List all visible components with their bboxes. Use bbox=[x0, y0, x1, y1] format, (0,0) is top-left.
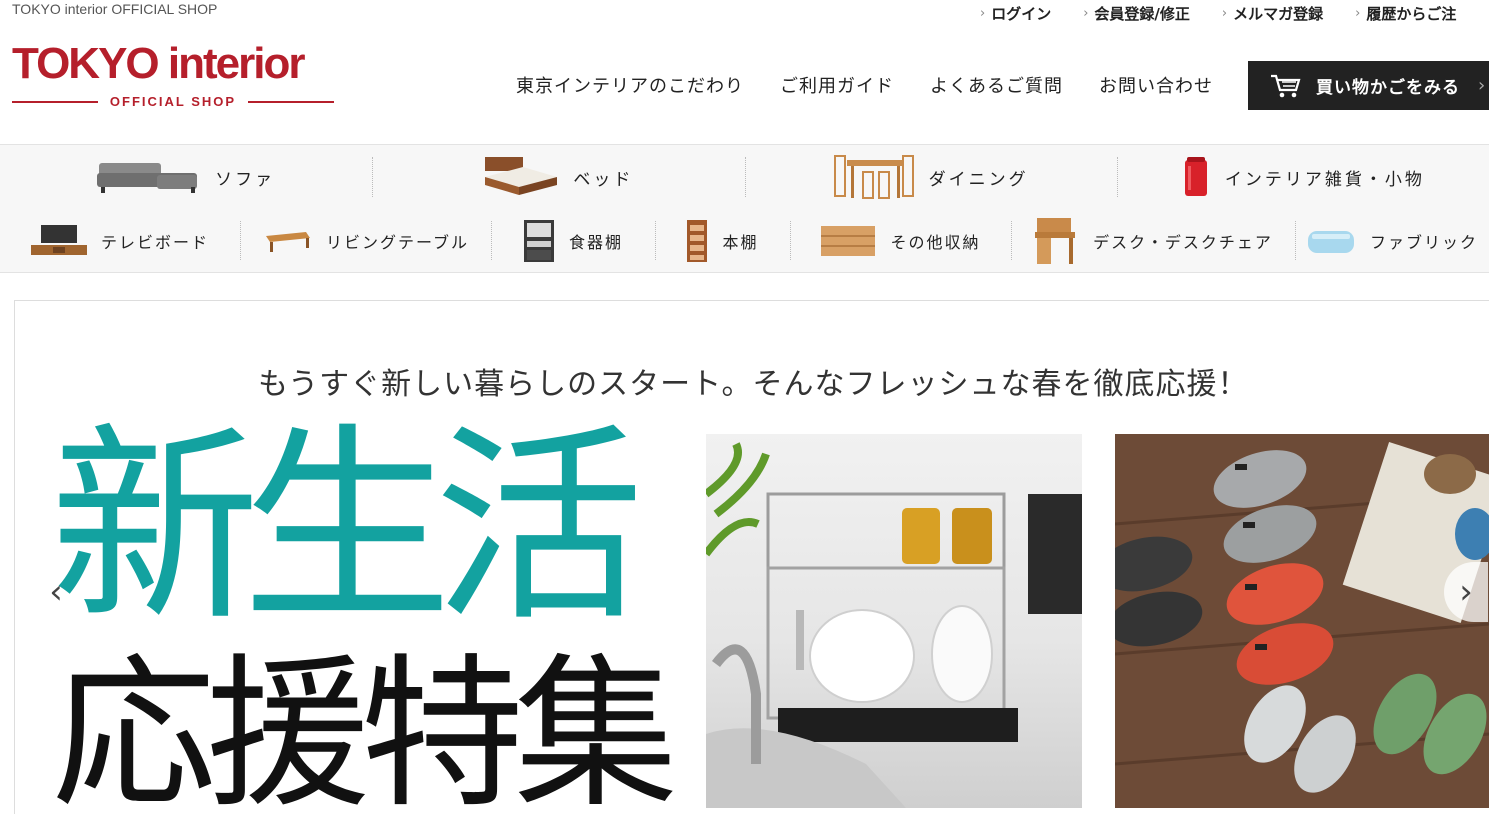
storage-icon bbox=[821, 225, 876, 256]
category-living-table[interactable]: リビングテーブル bbox=[240, 209, 491, 272]
category-fabric[interactable]: ファブリック bbox=[1295, 209, 1489, 272]
nav-guide[interactable]: ご利用ガイド bbox=[780, 72, 894, 98]
chevron-right-icon: › bbox=[1459, 572, 1473, 612]
chevron-right-icon: › bbox=[980, 6, 986, 21]
logo-rule-right bbox=[248, 100, 334, 103]
banner-subtitle: もうすぐ新しい暮らしのスタート。そんなフレッシュな春を徹底応援！ bbox=[258, 367, 1249, 402]
trash-can-icon bbox=[1184, 157, 1207, 196]
category-dining[interactable]: ダイニング bbox=[744, 145, 1117, 209]
member-registration-label: 会員登録/修正 bbox=[1094, 5, 1190, 23]
main-nav: 東京インテリアのこだわり ご利用ガイド よくあるご質問 お問い合わせ bbox=[516, 72, 1249, 98]
chevron-right-icon: › bbox=[1083, 6, 1089, 21]
category-label: インテリア雑貨・小物 bbox=[1224, 169, 1425, 190]
bookshelf-icon bbox=[687, 219, 708, 262]
newsletter-link[interactable]: › メルマガ登録 bbox=[1222, 3, 1323, 24]
category-label: ソファ bbox=[215, 169, 276, 190]
logo-rule-left bbox=[12, 100, 98, 103]
cart-icon bbox=[1271, 74, 1301, 97]
top-links: › ログイン › 会員登録/修正 › メルマガ登録 › 履歴からご注 bbox=[980, 3, 1488, 24]
category-other-storage[interactable]: その他収納 bbox=[790, 209, 1011, 272]
category-label: ベッド bbox=[573, 169, 634, 190]
tv-board-icon bbox=[30, 224, 87, 255]
login-link[interactable]: › ログイン bbox=[980, 3, 1051, 24]
member-registration-link[interactable]: › 会員登録/修正 bbox=[1083, 3, 1190, 24]
chevron-right-icon: › bbox=[1355, 6, 1361, 21]
login-link-label: ログイン bbox=[991, 5, 1052, 23]
dish-rack-photo bbox=[706, 434, 1082, 808]
cupboard-icon bbox=[523, 219, 554, 262]
category-label: ファブリック bbox=[1369, 232, 1478, 252]
category-label: 食器棚 bbox=[568, 232, 623, 252]
order-history-label: 履歴からご注 bbox=[1366, 5, 1457, 23]
category-sofa[interactable]: ソファ bbox=[0, 145, 372, 209]
category-desk[interactable]: デスク・デスクチェア bbox=[1011, 209, 1295, 272]
chevron-right-icon: › bbox=[1478, 75, 1486, 96]
banner-headline-new-life: 新生活 bbox=[50, 405, 644, 650]
nav-faq[interactable]: よくあるご質問 bbox=[930, 72, 1063, 98]
category-label: リビングテーブル bbox=[325, 232, 470, 252]
category-label: デスク・デスクチェア bbox=[1093, 232, 1273, 252]
sofa-icon bbox=[97, 163, 198, 193]
carousel-prev-button[interactable]: ‹ bbox=[34, 562, 78, 622]
category-cupboard[interactable]: 食器棚 bbox=[491, 209, 655, 272]
category-tv-board[interactable]: テレビボード bbox=[0, 209, 240, 272]
chevron-right-icon: › bbox=[1221, 6, 1228, 21]
nav-commitment[interactable]: 東京インテリアのこだわり bbox=[516, 72, 744, 98]
category-label: その他収納 bbox=[890, 232, 981, 252]
category-label: ダイニング bbox=[928, 169, 1029, 190]
logo-subline: OFFICIAL SHOP bbox=[12, 94, 334, 109]
order-history-link[interactable]: › 履歴からご注 bbox=[1355, 3, 1456, 24]
category-label: 本棚 bbox=[722, 232, 759, 252]
banner-headline-feature: 応援特集 bbox=[52, 639, 678, 814]
category-interior-goods[interactable]: インテリア雑貨・小物 bbox=[1116, 145, 1489, 209]
desk-icon bbox=[1035, 217, 1076, 264]
cart-label: 買い物かごをみる bbox=[1316, 78, 1460, 98]
secondary-categories: テレビボード リビングテーブル 食器棚 本棚 その他収納 デスク・デスクチェア … bbox=[0, 209, 1489, 273]
living-table-icon bbox=[265, 231, 310, 252]
primary-categories: ソファ ベッド ダイニング インテリア雑貨・小物 bbox=[0, 144, 1489, 210]
dining-set-icon bbox=[833, 155, 914, 199]
fabric-icon bbox=[1307, 230, 1354, 253]
slippers-photo bbox=[1115, 434, 1489, 808]
category-label: テレビボード bbox=[100, 232, 209, 252]
site-tagline: TOKYO interior OFFICIAL SHOP bbox=[12, 1, 218, 17]
category-bookshelf[interactable]: 本棚 bbox=[655, 209, 790, 272]
category-bed[interactable]: ベッド bbox=[372, 145, 744, 209]
logo-wordmark: TOKYO interior bbox=[12, 39, 305, 88]
bed-icon bbox=[485, 157, 558, 195]
nav-contact[interactable]: お問い合わせ bbox=[1099, 72, 1213, 98]
logo-sub-text: OFFICIAL SHOP bbox=[109, 94, 237, 109]
site-logo[interactable]: TOKYO interior OFFICIAL SHOP bbox=[12, 40, 334, 110]
chevron-left-icon: ‹ bbox=[49, 572, 63, 612]
view-cart-button[interactable]: 買い物かごをみる › bbox=[1248, 61, 1489, 110]
newsletter-label: メルマガ登録 bbox=[1233, 5, 1324, 23]
